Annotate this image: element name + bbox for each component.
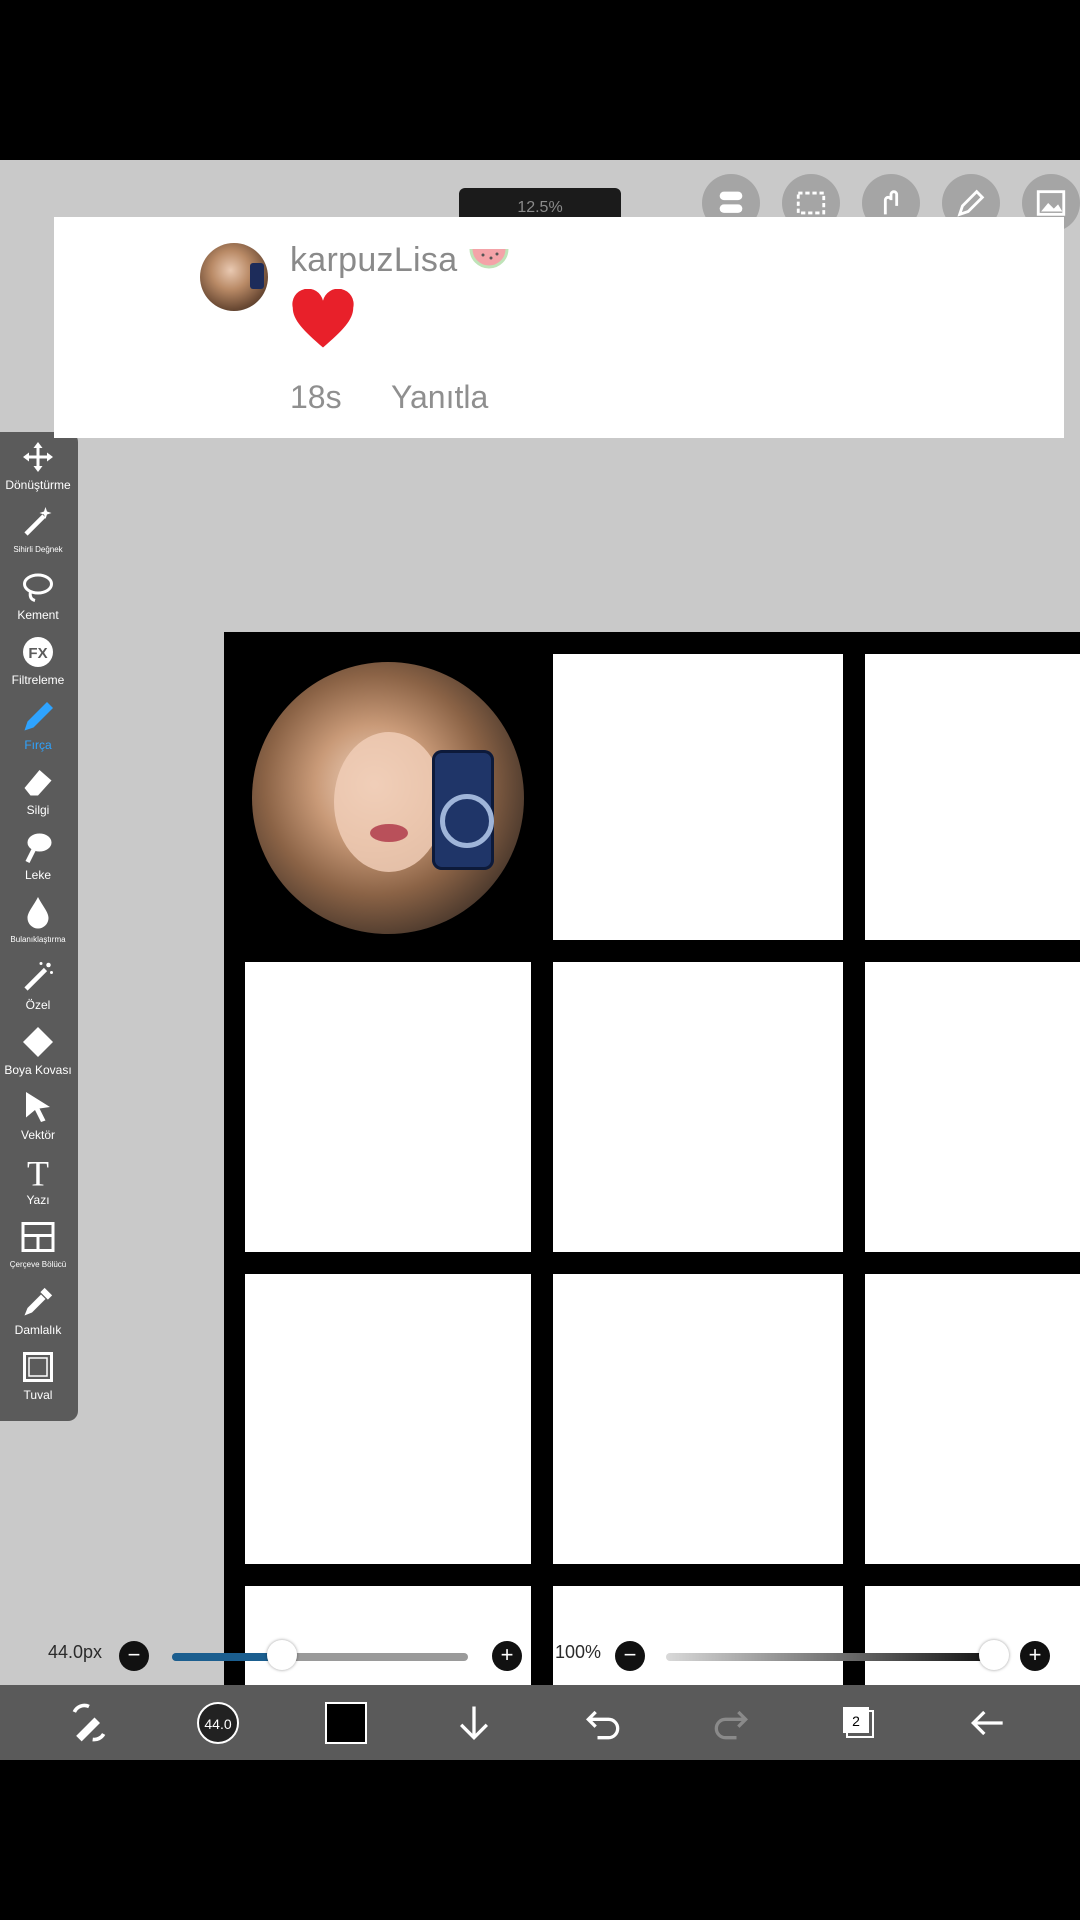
tool-label: Sihirli Değnek (13, 545, 63, 554)
phone-shape (250, 263, 264, 289)
tool-eraser[interactable]: Silgi (0, 763, 76, 825)
tool-paint-bucket[interactable]: Boya Kovası (0, 1023, 76, 1085)
grid-cell (245, 962, 531, 1252)
grid-cell (245, 1274, 531, 1564)
frame-divider-icon (0, 1218, 76, 1256)
tool-eyedropper[interactable]: Damlalık (0, 1283, 76, 1345)
grid-cell (865, 654, 1080, 940)
opacity-label: 100% (555, 1642, 602, 1662)
tool-text[interactable]: T Yazı (0, 1153, 76, 1215)
tool-label: Özel (25, 998, 51, 1012)
tool-vector[interactable]: Vektör (0, 1088, 76, 1150)
download-icon[interactable] (444, 1693, 504, 1753)
comment-card: karpuzLisa 18s Yanıtla (54, 217, 1064, 438)
smudge-icon (0, 828, 76, 866)
grid-cell (553, 654, 843, 940)
tool-label: Çerçeve Bölücü (9, 1260, 67, 1269)
size-decrease-button[interactable]: − (119, 1641, 149, 1671)
tool-special[interactable]: Özel (0, 958, 76, 1020)
layers-count: 2 (852, 1713, 860, 1729)
layers-button[interactable]: 2 (829, 1693, 889, 1753)
tool-blur[interactable]: Bulanıklaştırma (0, 893, 76, 955)
avatar[interactable] (200, 243, 268, 311)
text-icon: T (0, 1153, 76, 1191)
magic-wand-icon (0, 503, 76, 541)
tool-label: Leke (24, 868, 52, 882)
back-arrow-icon[interactable] (958, 1693, 1018, 1753)
tool-label: Filtreleme (11, 673, 65, 687)
tool-label: Bulanıklaştırma (10, 935, 66, 944)
size-slider-fill (172, 1653, 282, 1661)
tool-frame-divider[interactable]: Çerçeve Bölücü (0, 1218, 76, 1280)
tool-label: Kement (17, 608, 59, 622)
username-text: karpuzLisa (290, 241, 458, 279)
tool-label: Fırça (24, 738, 52, 752)
grid-cell (553, 962, 843, 1252)
eyedropper-icon (0, 1283, 76, 1321)
brush-icon (0, 698, 76, 736)
opacity-slider-track[interactable] (666, 1653, 994, 1661)
special-icon (0, 958, 76, 996)
reply-button[interactable]: Yanıtla (391, 379, 488, 416)
bottom-toolbar: 44.0 2 (0, 1685, 1080, 1760)
face-shape (334, 732, 444, 872)
tool-canvas[interactable]: Tuval (0, 1348, 76, 1410)
tool-smudge[interactable]: Leke (0, 828, 76, 890)
undo-icon[interactable] (573, 1693, 633, 1753)
tool-label: Boya Kovası (4, 1063, 72, 1077)
tool-label: Tuval (23, 1388, 53, 1402)
tool-magic-wand[interactable]: Sihirli Değnek (0, 503, 76, 565)
lips-shape (370, 824, 408, 842)
profile-photo-image (252, 662, 524, 934)
paint-bucket-icon (0, 1023, 76, 1061)
move-icon (0, 438, 76, 476)
tool-label: Yazı (26, 1193, 50, 1207)
size-increase-button[interactable]: + (492, 1641, 522, 1671)
opacity-increase-button[interactable]: + (1020, 1641, 1050, 1671)
heart-icon (290, 288, 356, 356)
tool-label: Silgi (26, 803, 50, 817)
brush-size-label: 44.0px (48, 1642, 103, 1662)
tool-filter[interactable]: FX Filtreleme (0, 633, 76, 695)
tool-panel: Dönüştürme Sihirli Değnek Kement FX Filt… (0, 432, 78, 1421)
tool-label: Vektör (20, 1128, 56, 1142)
brush-sliders: 44.0px − + 100% − + (0, 1625, 1080, 1685)
tool-transform[interactable]: Dönüştürme (0, 438, 76, 500)
size-slider-knob[interactable] (266, 1640, 297, 1670)
redo-icon[interactable] (701, 1693, 761, 1753)
grid-cell (865, 962, 1080, 1252)
tool-brush[interactable]: Fırça (0, 698, 76, 760)
swap-tools-icon[interactable] (59, 1693, 119, 1753)
eraser-icon (0, 763, 76, 801)
fx-icon: FX (0, 633, 76, 671)
grid-cell (865, 1274, 1080, 1564)
canvas-icon (0, 1348, 76, 1386)
drawing-canvas[interactable] (224, 632, 1080, 1760)
brush-size-button[interactable]: 44.0 (188, 1693, 248, 1753)
color-swatch-button[interactable] (316, 1693, 376, 1753)
lasso-icon (0, 568, 76, 606)
opacity-decrease-button[interactable]: − (615, 1641, 645, 1671)
tool-label: Damlalık (14, 1323, 62, 1337)
comment-time: 18s (290, 379, 342, 415)
svg-text:T: T (27, 1154, 49, 1190)
svg-text:FX: FX (28, 645, 47, 662)
tool-lasso[interactable]: Kement (0, 568, 76, 630)
watermelon-icon (469, 243, 509, 282)
phone-shape (432, 750, 494, 870)
comment-username[interactable]: karpuzLisa (290, 241, 509, 282)
vector-icon (0, 1088, 76, 1126)
brush-size-badge: 44.0 (204, 1716, 231, 1732)
opacity-slider-knob[interactable] (979, 1640, 1009, 1670)
tool-label: Dönüştürme (5, 478, 71, 492)
blur-icon (0, 893, 76, 931)
grid-cell (553, 1274, 843, 1564)
